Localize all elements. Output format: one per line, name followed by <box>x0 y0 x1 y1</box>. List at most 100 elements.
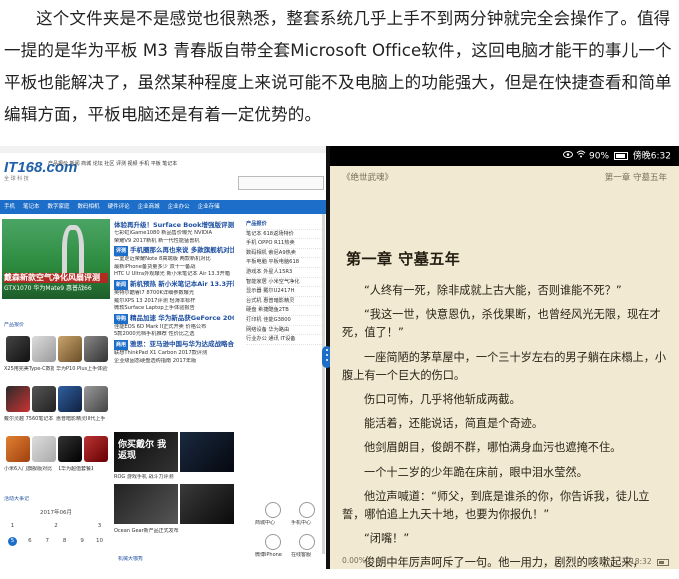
split-pane-right-reader[interactable]: 90% 傍晚6:32 《绝世武魂》 第一章 守墓五年 第一章 守墓五年 “人终有… <box>330 146 679 569</box>
product-thumbnail[interactable] <box>58 436 82 462</box>
browser-top-bar <box>0 146 326 153</box>
headline-link[interactable]: 商用雅思：亚马逊中国与华为达成战略合作协议 <box>114 339 234 350</box>
thumbnail-caption[interactable]: 惠普暗影精灵III代上手 <box>56 416 108 423</box>
promo-image[interactable] <box>180 484 234 524</box>
calendar-day[interactable]: 7 <box>43 537 52 546</box>
category-tab[interactable]: 企业办公 <box>164 200 194 214</box>
product-thumbnail[interactable] <box>32 336 56 362</box>
thumbnail-caption[interactable]: 戴尔灵越 7560笔记本 <box>4 416 54 423</box>
category-tab[interactable]: 企业存储 <box>194 200 224 214</box>
news-link[interactable]: 最新iPhone备货量多少 双十一备战 <box>114 264 234 272</box>
sidebar-item[interactable]: 行业办公 通讯 IT设备 <box>246 335 324 345</box>
site-logo[interactable]: IT168.com 全 球 科 技 <box>4 160 77 183</box>
product-thumbnail[interactable] <box>32 436 56 462</box>
news-tag: 新闻 <box>114 279 129 290</box>
sidebar-item[interactable]: 显示器 戴尔U2417H <box>246 287 324 297</box>
headline-text: 雅思：亚马逊中国与华为达成战略合作协议 <box>130 339 234 348</box>
sidebar-item[interactable]: 台式机 惠普暗影精灵 <box>246 297 324 307</box>
news-link[interactable]: 二室走近荣耀Note 8高端版 两款新机对比 <box>114 256 234 264</box>
thumbnail-caption[interactable]: 【华为超值套餐】 <box>56 466 108 473</box>
page-scrollbar[interactable] <box>322 214 325 554</box>
category-tab[interactable]: 硬件评论 <box>104 200 134 214</box>
product-thumbnail[interactable] <box>58 386 82 412</box>
product-thumbnail[interactable] <box>84 336 108 362</box>
calendar-day[interactable]: 8 <box>60 537 69 546</box>
news-tag: 导购 <box>114 313 129 324</box>
sidebar-item[interactable]: 笔记本 618返场特价 <box>246 230 324 240</box>
headline-link[interactable]: 评测 手机圈那么再也来说 多款旗舰机对比 <box>114 245 234 257</box>
news-link[interactable]: 荣耀V9 2017新机 新一代性能猛兽机 <box>114 238 234 246</box>
promo-caption[interactable]: ROG 游戏手机 战斗力评测 <box>114 474 234 481</box>
news-link[interactable]: 英特尔酷睿i7 8700K详细参数曝光 <box>114 290 234 298</box>
calendar-day[interactable]: 10 <box>95 537 104 546</box>
thumbnail-caption[interactable]: X25用完美Type-C数据线 <box>4 366 54 373</box>
category-tab[interactable]: 手机 <box>0 200 19 214</box>
sidebar-item[interactable]: 游戏本 外星人15R3 <box>246 268 324 278</box>
site-nav[interactable]: 产品报价 新闻 商城 论坛 社区 评测 视频 手机 平板 笔记本 <box>48 160 248 170</box>
store-icon[interactable] <box>265 502 281 518</box>
reader-battery-icon <box>657 558 669 566</box>
phone-icon[interactable] <box>299 502 315 518</box>
news-link[interactable]: 七彩虹iGame1080 新品售价曝光 NVIDIA <box>114 230 234 238</box>
thumbnail-caption[interactable]: 小米6入门旗舰版对比 <box>4 466 54 473</box>
thumbnail-caption[interactable]: 华为P10 Plus上手体验评测 <box>56 366 108 373</box>
headline-link[interactable]: 新闻 新机预热 新小米笔记本Air 13.3开箱 <box>114 279 234 290</box>
news-link[interactable]: 企业级固态硬盘选购指南 2017年版 <box>114 358 234 366</box>
calendar-day-selected[interactable]: 5 <box>8 537 17 546</box>
book-paragraph: “闭嘴！” <box>364 532 410 546</box>
search-input[interactable] <box>238 176 324 190</box>
product-thumbnail[interactable] <box>32 386 56 412</box>
promo-caption[interactable]: Ocean Gear新产品正式发布 <box>114 528 234 535</box>
calendar-day[interactable]: 1 <box>8 522 17 531</box>
calendar-day[interactable]: 3 <box>95 522 104 531</box>
sidebar-item[interactable]: 硬盘 希捷酷鱼2TB <box>246 306 324 316</box>
product-thumbnail[interactable] <box>6 336 30 362</box>
category-tab[interactable]: 企业商城 <box>134 200 164 214</box>
product-thumbnail[interactable] <box>84 386 108 412</box>
sidebar-item[interactable]: 打印机 佳能G3800 <box>246 316 324 326</box>
sidebar-item[interactable]: 数码相机 索尼A9热卖 <box>246 249 324 259</box>
calendar-day[interactable]: 2 <box>52 522 61 531</box>
sidebar-item[interactable]: 网络设备 华为路由 <box>246 326 324 336</box>
news-link[interactable]: HTC U Ultra外观曝光 新小米笔记本 Air 13.3开箱 <box>114 271 234 279</box>
weibo-icon[interactable] <box>265 534 281 550</box>
product-thumbnail[interactable] <box>6 436 30 462</box>
product-thumbnail[interactable] <box>6 386 30 412</box>
book-paragraph: 他泣声喊道：“师父，到底是谁杀的你，你告诉我，徒儿立誓，哪怕追上九天十地，也要为… <box>342 489 650 522</box>
news-tag: 评测 <box>114 246 129 257</box>
split-pane-left-webpage[interactable]: IT168.com 全 球 科 技 产品报价 新闻 商城 论坛 社区 评测 视频… <box>0 146 326 569</box>
news-link[interactable]: 微软Surface Laptop上手体验报告 <box>114 305 234 313</box>
product-thumbnail[interactable] <box>58 336 82 362</box>
promo-image[interactable] <box>114 484 178 524</box>
section-label: 产品报价 <box>4 322 25 328</box>
sidebar-item[interactable]: 平板电脑 平板电脑618 <box>246 258 324 268</box>
promo-banner[interactable]: 你买戴尔 我返现 <box>114 432 178 472</box>
status-bar: 90% 傍晚6:32 <box>330 146 679 166</box>
book-text[interactable]: “人终有一死，除非成就上古大能，否则谁能不死？” “我这一世，快意恩仇，杀伐果断… <box>342 282 669 579</box>
chapter-header: 第一章 守墓五年 <box>604 173 667 183</box>
calendar-day[interactable]: 6 <box>25 537 34 546</box>
reading-progress: 0.00% <box>342 556 366 565</box>
book-title: 《绝世武魂》 <box>342 173 394 183</box>
footer-link[interactable]: 机械大咖秀 <box>118 556 228 563</box>
promo-image[interactable] <box>180 432 234 472</box>
news-link[interactable]: 戴尔XPS 13 2017评测 轻薄本标杆 <box>114 298 234 306</box>
headline-link[interactable]: 导购精品加速 华为新品获GeForce 2000套餐曝光 <box>114 313 234 324</box>
news-link[interactable]: 佳能EOS 6D Mark II正式开卖 价格公布 <box>114 324 234 332</box>
product-thumbnail[interactable] <box>84 436 108 462</box>
category-tab[interactable]: 笔记本 <box>19 200 44 214</box>
calendar-day[interactable]: 9 <box>78 537 87 546</box>
tablet-screenshot: IT168.com 全 球 科 技 产品报价 新闻 商城 论坛 社区 评测 视频… <box>0 146 679 569</box>
sidebar-item[interactable]: 智能家居 小米空气净化 <box>246 278 324 288</box>
footer-icon-group: 商城中心 手机中心 微博iPhone 在线客服 <box>247 486 325 568</box>
book-paragraph: 一个十二岁的少年跪在床前，眼中泪水莹然。 <box>364 465 588 479</box>
sidebar-item[interactable]: 手机 OPPO R11热卖 <box>246 239 324 249</box>
footer-icon-label: 手机中心 <box>291 520 312 526</box>
service-icon[interactable] <box>299 534 315 550</box>
hero-image[interactable]: 戴森新款空气净化风扇评测 GTX1070 华为Mate9 惠普战66 <box>2 219 110 299</box>
news-link[interactable]: 联想ThinkPad X1 Carbon 2017款评测 <box>114 350 234 358</box>
news-link[interactable]: 5款2000元档手机推荐 性价比之选 <box>114 331 234 339</box>
headline-link[interactable]: 体验再升级！Surface Book增强版评测 <box>114 220 234 230</box>
category-tab[interactable]: 数码相机 <box>74 200 104 214</box>
category-tab[interactable]: 数字家庭 <box>44 200 74 214</box>
